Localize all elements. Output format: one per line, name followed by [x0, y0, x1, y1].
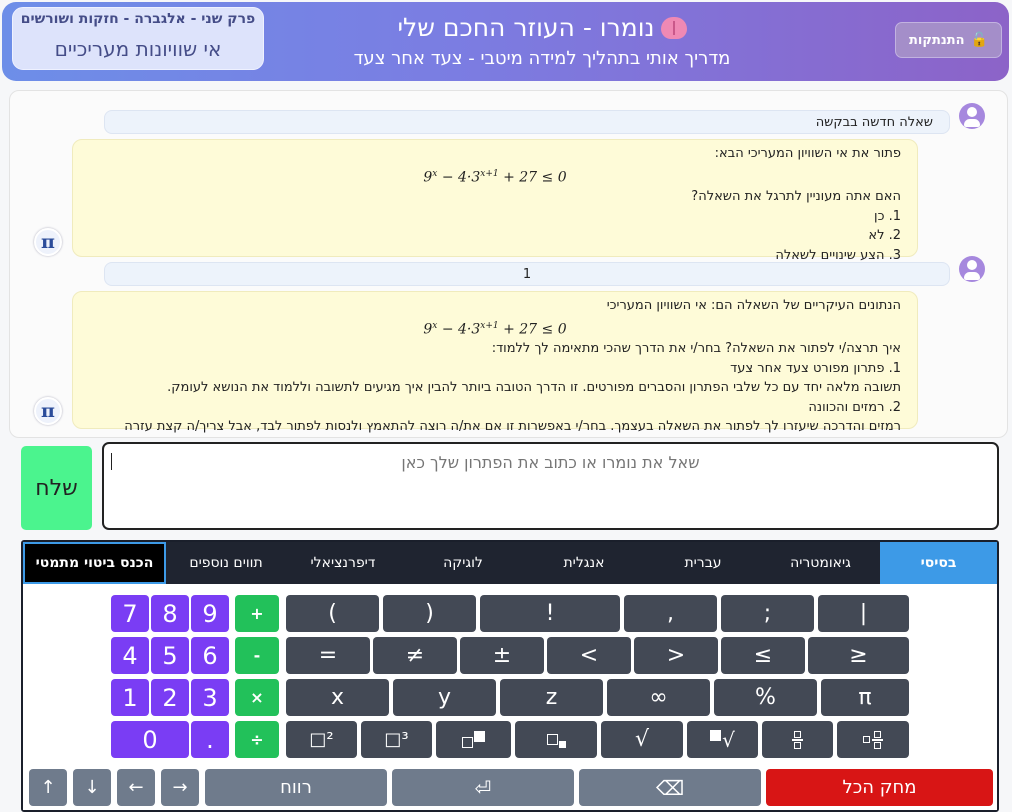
bot-text: תשובה מלאה יחד עם כל שלבי הפתרון והסברים…	[167, 380, 901, 396]
tab-geometry[interactable]: גיאומטריה	[761, 542, 880, 584]
key-cube[interactable]: □³	[361, 721, 432, 758]
math-expression: 9x − 4·3x+1 + 27 ≤ 0	[423, 320, 567, 338]
key-arrow-up[interactable]: ↑	[29, 769, 67, 806]
key-digit-6[interactable]: 6	[191, 637, 229, 674]
key-less-equal[interactable]: ≤	[721, 637, 805, 674]
logout-label: התנתקות	[909, 32, 965, 48]
bot-avatar-icon: π	[34, 228, 62, 256]
key-x[interactable]: x	[286, 679, 389, 716]
key-pipe[interactable]: |	[818, 595, 909, 632]
user-avatar	[959, 103, 985, 129]
key-mixed-fraction-icon[interactable]	[837, 721, 909, 758]
key-pi[interactable]: π	[821, 679, 909, 716]
key-digit-1[interactable]: 1	[111, 679, 149, 716]
text-caret	[111, 453, 112, 470]
key-decimal-point[interactable]: .	[191, 721, 229, 758]
key-factorial[interactable]: !	[480, 595, 620, 632]
key-close-paren[interactable]: )	[383, 595, 476, 632]
user-message: שאלה חדשה בבקשה	[104, 110, 950, 134]
key-space[interactable]: רווח	[205, 769, 387, 806]
key-open-paren[interactable]: (	[286, 595, 379, 632]
bot-message: פתור את אי השוויון המעריכי הבא: 9x − 4·3…	[72, 139, 918, 263]
key-digit-2[interactable]: 2	[151, 679, 189, 716]
app-root: פרק שני - אלגברה - חזקות ושורשים אי שווי…	[0, 0, 1012, 812]
key-nth-root-icon[interactable]: √	[687, 721, 758, 758]
bot-text: האם אתה מעוניין לתרגל את השאלה?	[691, 189, 901, 205]
tab-basic[interactable]: בסיסי	[880, 542, 997, 584]
key-equals[interactable]: =	[286, 637, 370, 674]
key-digit-9[interactable]: 9	[191, 595, 229, 632]
key-less-than[interactable]: <	[547, 637, 631, 674]
tab-hebrew[interactable]: עברית	[645, 542, 761, 584]
key-digit-3[interactable]: 3	[191, 679, 229, 716]
key-arrow-right[interactable]: →	[161, 769, 199, 806]
key-greater-than[interactable]: >	[634, 637, 718, 674]
keyboard-tabs: בסיסי גיאומטריה עברית אנגלית לוגיקה דיפר…	[23, 542, 997, 584]
math-keyboard: בסיסי גיאומטריה עברית אנגלית לוגיקה דיפר…	[21, 540, 999, 812]
key-digit-5[interactable]: 5	[151, 637, 189, 674]
key-plus[interactable]: +	[235, 595, 279, 632]
bot-message: הנתונים העיקריים של השאלה הם: אי השוויון…	[72, 291, 918, 434]
header: פרק שני - אלגברה - חזקות ושורשים אי שווי…	[2, 2, 1009, 81]
bot-text: 2. רמזים והכוונה	[808, 399, 901, 415]
tab-english[interactable]: אנגלית	[523, 542, 645, 584]
bot-text: 1. פתרון מפורט צעד אחר צעד	[730, 360, 901, 376]
unlock-icon: 🔓	[970, 32, 988, 48]
key-greater-equal[interactable]: ≥	[808, 637, 909, 674]
app-title: נומרו - העוזר החכם שלי	[282, 10, 802, 46]
key-multiply[interactable]: ×	[235, 679, 279, 716]
key-divide[interactable]: ÷	[235, 721, 279, 758]
brain-icon	[660, 17, 687, 39]
user-message: 1	[104, 262, 950, 286]
key-semicolon[interactable]: ;	[721, 595, 814, 632]
key-digit-7[interactable]: 7	[111, 595, 149, 632]
tab-differential[interactable]: דיפרנציאלי	[283, 542, 403, 584]
chapter-label: פרק שני - אלגברה - חזקות ושורשים	[20, 11, 256, 27]
bot-option: 2. לא	[868, 228, 901, 244]
key-z[interactable]: z	[500, 679, 603, 716]
bot-text: רמזים והדרכה שיעזרו לך לפתור את השאלה בע…	[124, 419, 901, 435]
tab-extra-chars[interactable]: תווים נוספים	[169, 542, 283, 584]
key-percent[interactable]: %	[714, 679, 817, 716]
chat-panel[interactable]: שאלה חדשה בבקשה פתור את אי השוויון המערי…	[9, 90, 1008, 438]
key-power-icon[interactable]	[436, 721, 511, 758]
bot-avatar-icon: π	[34, 397, 62, 425]
key-arrow-left[interactable]: ←	[117, 769, 155, 806]
bot-option: 1. כן	[874, 208, 901, 224]
app-subtitle: מדריך אותי בתהליך למידה מיטבי - צעד אחר …	[353, 48, 731, 69]
key-enter[interactable]: ⏎	[392, 769, 574, 806]
chapter-box[interactable]: פרק שני - אלגברה - חזקות ושורשים אי שווי…	[12, 7, 264, 70]
key-infinity[interactable]: ∞	[607, 679, 710, 716]
send-button[interactable]: שלח	[21, 446, 92, 530]
key-clear-all[interactable]: מחק הכל	[766, 769, 993, 806]
tab-enter-expression[interactable]: הכנס ביטוי מתמטי	[23, 542, 166, 584]
key-square[interactable]: □²	[286, 721, 357, 758]
key-digit-0[interactable]: 0	[111, 721, 189, 758]
app-title-text: נומרו - העוזר החכם שלי	[397, 13, 655, 42]
key-y[interactable]: y	[393, 679, 496, 716]
topic-label: אי שוויונות מעריכיים	[54, 37, 222, 61]
bot-text: הנתונים העיקריים של השאלה הם: אי השוויון…	[606, 298, 901, 313]
user-avatar	[959, 256, 985, 282]
message-input[interactable]	[102, 442, 999, 530]
keyboard-body: 7 8 9 4 5 6 1 2 3 0 . + - × ÷ ( ) ! , ; …	[23, 584, 997, 810]
key-subscript-icon[interactable]	[515, 721, 597, 758]
bot-text: איך תרצה/י לפתור את השאלה? בחר/י את הדרך…	[491, 341, 901, 357]
bot-text: פתור את אי השוויון המעריכי הבא:	[714, 146, 901, 161]
key-arrow-down[interactable]: ↓	[73, 769, 111, 806]
tab-logic[interactable]: לוגיקה	[403, 542, 523, 584]
key-sqrt[interactable]: √	[601, 721, 683, 758]
key-fraction-icon[interactable]	[762, 721, 833, 758]
key-digit-8[interactable]: 8	[151, 595, 189, 632]
header-center: נומרו - העוזר החכם שלי מדריך אותי בתהליך…	[282, 10, 802, 72]
key-comma[interactable]: ,	[624, 595, 717, 632]
key-not-equal[interactable]: ≠	[373, 637, 457, 674]
key-plus-minus[interactable]: ±	[460, 637, 544, 674]
logout-button[interactable]: התנתקות 🔓	[895, 22, 1002, 58]
key-backspace[interactable]: ⌫	[579, 769, 761, 806]
key-minus[interactable]: -	[235, 637, 279, 674]
key-digit-4[interactable]: 4	[111, 637, 149, 674]
math-expression: 9x − 4·3x+1 + 27 ≤ 0	[423, 168, 567, 186]
